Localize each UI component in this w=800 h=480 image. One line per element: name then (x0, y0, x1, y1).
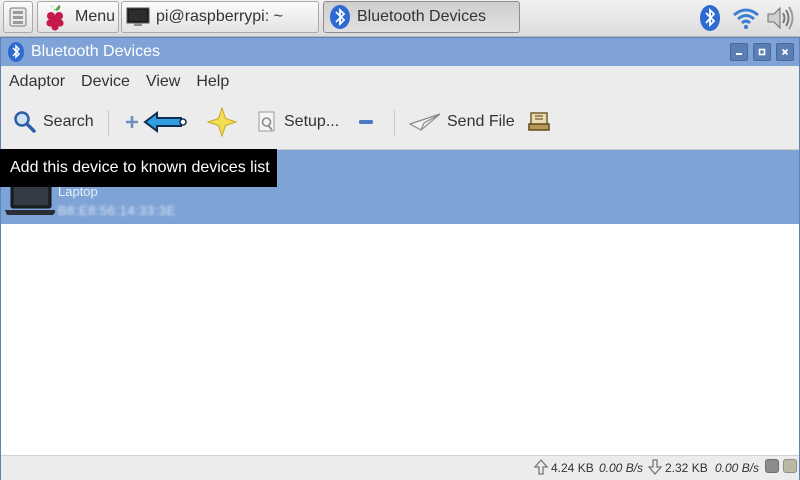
tray-wifi[interactable] (730, 3, 762, 33)
close-icon (781, 48, 789, 56)
taskbar-terminal-label: pi@raspberrypi: ~ (156, 8, 283, 25)
setup-button[interactable]: Setup... (256, 98, 339, 146)
bluetooth-icon (330, 5, 350, 29)
plus-icon (126, 116, 138, 128)
upload-total: 4.24 KB (551, 461, 594, 475)
setup-icon (258, 111, 275, 132)
tray-bluetooth[interactable] (696, 3, 724, 33)
taskbar-bluetooth-devices-label: Bluetooth Devices (357, 8, 486, 25)
maximize-button[interactable] (753, 43, 771, 61)
toolbar: Search Setup... Send File (1, 98, 799, 150)
device-list: Laptop B8:E8:56:14:33:3E (1, 150, 799, 456)
arrow-pointer-icon (143, 111, 187, 133)
taskbar-terminal-button[interactable]: pi@raspberrypi: ~ (121, 1, 319, 33)
download-rate: 0.00 B/s (715, 461, 760, 475)
menu-device[interactable]: Device (73, 73, 138, 91)
file-manager-icon (9, 7, 27, 27)
minimize-icon (736, 53, 742, 55)
minus-icon (359, 120, 373, 124)
main-menu-button[interactable]: Menu (37, 1, 119, 33)
tooltip: Add this device to known devices list (0, 149, 277, 187)
menu-help[interactable]: Help (188, 73, 237, 91)
menu-adaptor[interactable]: Adaptor (1, 73, 73, 91)
search-button[interactable]: Search (13, 98, 94, 146)
toolbar-separator (394, 110, 395, 136)
inbox-icon (528, 112, 550, 131)
paper-plane-icon (409, 113, 441, 131)
terminal-icon (126, 7, 150, 26)
download-icon (647, 459, 663, 475)
minimize-button[interactable] (730, 43, 748, 61)
close-button[interactable] (776, 43, 794, 61)
menubar: Adaptor Device View Help (1, 66, 799, 98)
browse-files-button[interactable] (527, 98, 553, 146)
menu-view[interactable]: View (138, 73, 188, 91)
remove-device-button[interactable] (356, 98, 376, 146)
send-file-label: Send File (447, 113, 515, 130)
taskbar-bluetooth-devices-button[interactable]: Bluetooth Devices (323, 1, 520, 33)
status-indicator-icon (765, 459, 779, 473)
statusbar: 4.24 KB 0.00 B/s 2.32 KB 0.00 B/s (1, 455, 799, 480)
maximize-icon (758, 48, 766, 56)
window-titlebar[interactable]: Bluetooth Devices (1, 38, 799, 66)
download-total: 2.32 KB (665, 461, 708, 475)
bluetooth-icon (8, 42, 24, 62)
file-manager-button[interactable] (3, 1, 33, 33)
star-icon (206, 106, 238, 138)
wifi-icon (733, 8, 759, 30)
search-label: Search (43, 113, 94, 130)
search-icon (14, 111, 36, 133)
bluetooth-devices-window: Bluetooth Devices Adaptor Device View He… (0, 37, 800, 480)
upload-icon (533, 459, 549, 475)
trust-device-button[interactable] (206, 98, 238, 146)
tray-volume[interactable] (764, 3, 796, 33)
upload-rate: 0.00 B/s (599, 461, 644, 475)
raspberry-icon (46, 5, 64, 31)
status-indicator-icon (783, 459, 797, 473)
toolbar-separator (108, 110, 109, 136)
device-address: B8:E8:56:14:33:3E (58, 203, 176, 218)
add-device-button[interactable] (123, 98, 187, 146)
volume-icon (767, 6, 794, 30)
setup-label: Setup... (284, 113, 340, 130)
bluetooth-icon (700, 5, 720, 31)
taskbar: Menu pi@raspberrypi: ~ Bluetooth Devices (0, 0, 800, 37)
window-title: Bluetooth Devices (31, 43, 160, 60)
send-file-button[interactable]: Send File (409, 98, 515, 146)
main-menu-label: Menu (75, 8, 116, 25)
